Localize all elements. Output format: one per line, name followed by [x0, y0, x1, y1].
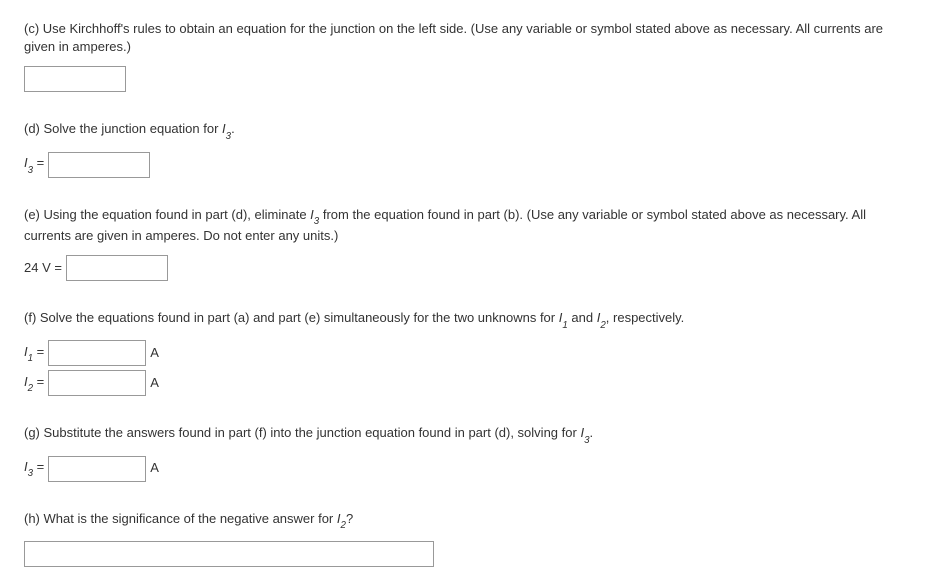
question-f-row1-unit: A	[150, 344, 159, 362]
question-f-prompt-before: (f) Solve the equations found in part (a…	[24, 310, 559, 325]
question-c: (c) Use Kirchhoff's rules to obtain an e…	[24, 20, 914, 92]
question-e-answer-row: 24 V =	[24, 255, 914, 281]
question-h-prompt-before: (h) What is the significance of the nega…	[24, 511, 337, 526]
question-g-prompt: (g) Substitute the answers found in part…	[24, 424, 914, 445]
question-d-prompt: (d) Solve the junction equation for I3.	[24, 120, 914, 141]
question-h-prompt-after: ?	[346, 511, 353, 526]
question-g-input[interactable]	[48, 456, 146, 482]
question-f-input-i2[interactable]	[48, 370, 146, 396]
question-g-row-eq: =	[33, 459, 44, 474]
question-d-eq-label: I3 =	[24, 154, 44, 175]
question-f-row2-label: I2 =	[24, 373, 44, 394]
question-d-answer-row: I3 =	[24, 152, 914, 178]
question-f-row2: I2 = A	[24, 370, 914, 396]
question-e-prompt: (e) Using the equation found in part (d)…	[24, 206, 914, 245]
question-d-prompt-text-after: .	[231, 121, 235, 136]
question-d: (d) Solve the junction equation for I3. …	[24, 120, 914, 177]
question-e: (e) Using the equation found in part (d)…	[24, 206, 914, 281]
question-d-prompt-text-before: (d) Solve the junction equation for	[24, 121, 222, 136]
question-f-row1: I1 = A	[24, 340, 914, 366]
question-f-row1-label: I1 =	[24, 343, 44, 364]
question-f-input-i1[interactable]	[48, 340, 146, 366]
question-d-var-sub: 3	[226, 131, 231, 142]
question-f-row2-eq: =	[33, 374, 44, 389]
question-f-mid: and	[568, 310, 597, 325]
question-h-prompt: (h) What is the significance of the nega…	[24, 510, 914, 531]
question-h-answer-row	[24, 541, 914, 567]
question-g-row-sub: 3	[28, 468, 33, 479]
question-g-row-label: I3 =	[24, 458, 44, 479]
question-h: (h) What is the significance of the nega…	[24, 510, 914, 567]
question-c-prompt: (c) Use Kirchhoff's rules to obtain an e…	[24, 20, 914, 56]
question-f: (f) Solve the equations found in part (a…	[24, 309, 914, 396]
question-d-eq-sub: 3	[28, 165, 33, 176]
question-f-row2-sub: 2	[28, 383, 33, 394]
question-h-input[interactable]	[24, 541, 434, 567]
question-f-row1-sub: 1	[28, 353, 33, 364]
question-d-eq-equals: =	[33, 155, 44, 170]
question-g-row: I3 = A	[24, 456, 914, 482]
question-f-var1-sub: 1	[562, 320, 567, 331]
question-g-row-unit: A	[150, 459, 159, 477]
question-h-var-base: I	[337, 511, 341, 526]
question-f-row2-unit: A	[150, 374, 159, 392]
question-d-input[interactable]	[48, 152, 150, 178]
question-c-answer-row	[24, 66, 914, 92]
question-g-var-sub: 3	[584, 435, 589, 446]
question-f-prompt: (f) Solve the equations found in part (a…	[24, 309, 914, 330]
question-g-prompt-before: (g) Substitute the answers found in part…	[24, 425, 580, 440]
question-c-input[interactable]	[24, 66, 126, 92]
question-e-eq-label: 24 V =	[24, 259, 62, 277]
question-g-prompt-after: .	[590, 425, 594, 440]
question-f-var2-sub: 2	[600, 320, 605, 331]
question-e-var-sub: 3	[314, 216, 319, 227]
question-e-prompt-before: (e) Using the equation found in part (d)…	[24, 207, 310, 222]
question-f-row1-eq: =	[33, 344, 44, 359]
question-h-var-sub: 2	[341, 520, 346, 531]
question-f-prompt-after: , respectively.	[606, 310, 685, 325]
question-e-input[interactable]	[66, 255, 168, 281]
question-g: (g) Substitute the answers found in part…	[24, 424, 914, 481]
